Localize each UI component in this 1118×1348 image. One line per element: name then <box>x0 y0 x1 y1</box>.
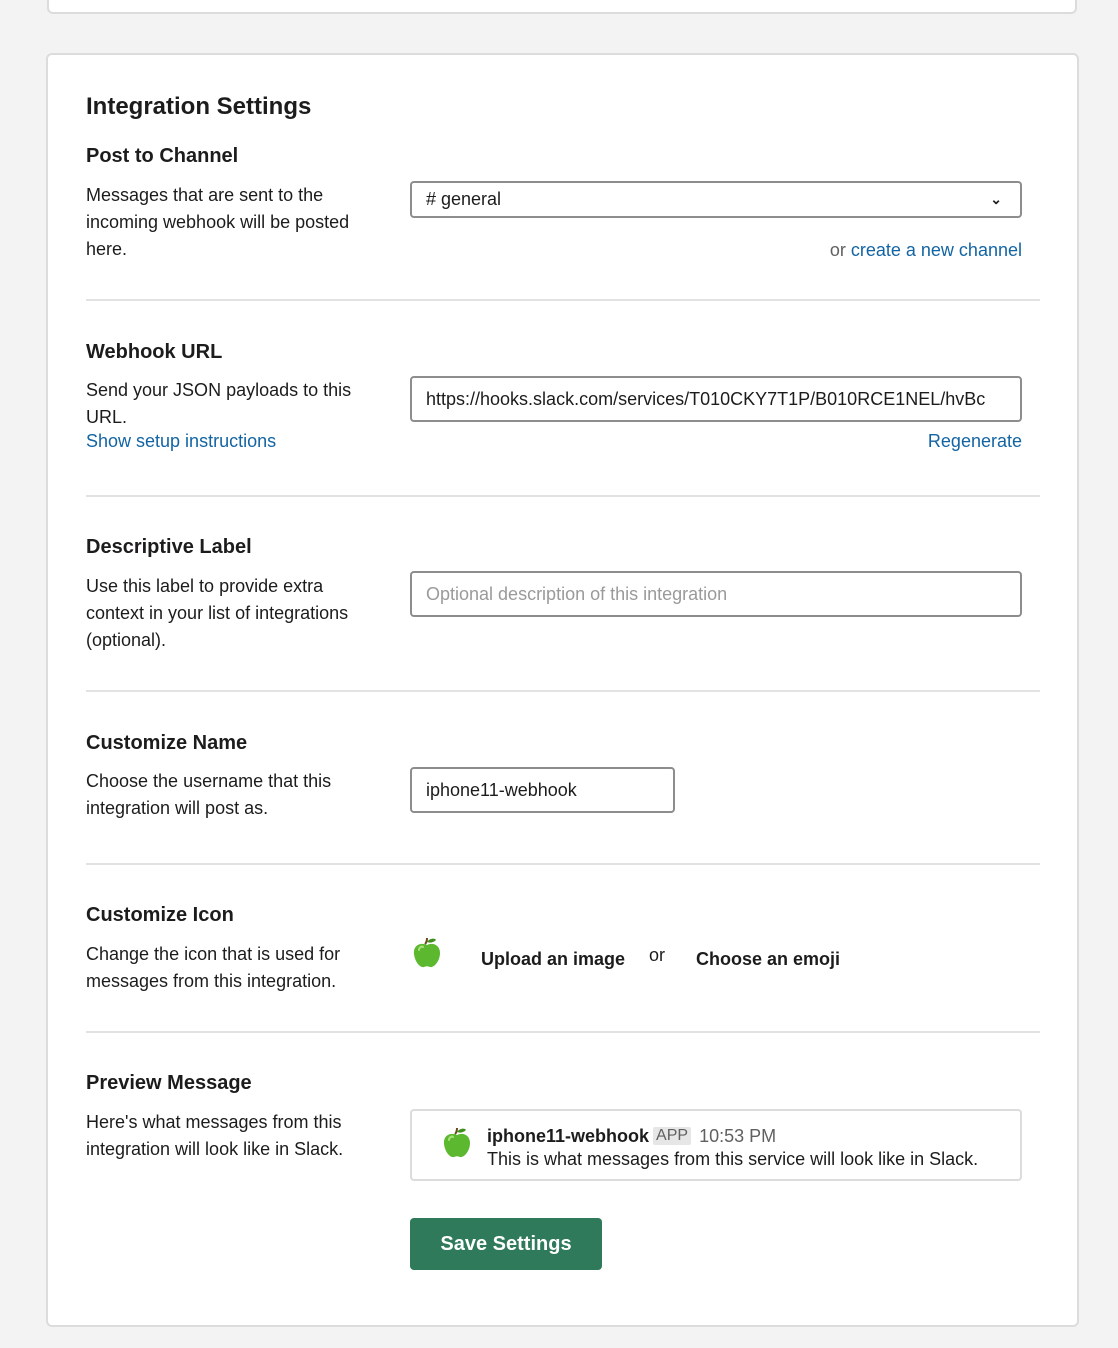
webhook-url-title: Webhook URL <box>86 341 223 363</box>
chevron-down-icon: ⌄ <box>990 191 1002 207</box>
divider <box>86 299 1040 301</box>
descriptive-label-placeholder: Optional description of this integration <box>426 583 728 604</box>
preview-header: iphone11-webhook APP 10:53 PM <box>487 1126 776 1147</box>
preview-message-description: Here's what messages from this integrati… <box>86 1112 344 1159</box>
webhook-url-field[interactable]: https://hooks.slack.com/services/T010CKY… <box>410 376 1022 422</box>
save-settings-button[interactable]: Save Settings <box>410 1218 602 1270</box>
preview-time: 10:53 PM <box>699 1126 777 1146</box>
create-channel-link[interactable]: create a new channel <box>851 240 1022 260</box>
divider <box>86 863 1040 865</box>
preview-text: This is what messages from this service … <box>487 1149 979 1169</box>
customize-name-title: Customize Name <box>86 732 248 754</box>
divider <box>86 495 1040 497</box>
or-text: or <box>829 240 846 260</box>
message-preview: iphone11-webhook APP 10:53 PM This is wha… <box>410 1109 1022 1181</box>
divider <box>86 1031 1040 1033</box>
webhook-url-description: Send your JSON payloads to this URL. <box>86 380 352 427</box>
descriptive-label-description: Use this label to provide extra context … <box>86 576 349 650</box>
green-apple-icon <box>413 937 440 968</box>
channel-select-value: # general <box>426 189 502 209</box>
preview-message-title: Preview Message <box>86 1072 252 1094</box>
integration-settings-card: Integration Settings Post to Channel Mes… <box>46 53 1079 1327</box>
username-value: iphone11-webhook <box>426 779 577 800</box>
customize-icon-title: Customize Icon <box>86 904 234 926</box>
create-channel-note: or create a new channel <box>648 240 1022 261</box>
page-title: Integration Settings <box>86 93 312 120</box>
webhook-url-value: https://hooks.slack.com/services/T010CKY… <box>426 388 986 409</box>
post-to-channel-title: Post to Channel <box>86 145 239 167</box>
icon-or-text: or <box>649 945 666 965</box>
regenerate-wrap: Regenerate <box>748 431 1022 452</box>
post-to-channel-description: Messages that are sent to the incoming w… <box>86 185 350 259</box>
setup-instructions-link[interactable]: Show setup instructions <box>86 431 276 451</box>
previous-card-bottom <box>47 0 1077 14</box>
descriptive-label-title: Descriptive Label <box>86 536 252 558</box>
customize-name-description: Choose the username that this integratio… <box>86 771 332 818</box>
channel-select[interactable]: # general ⌄ <box>410 181 1022 218</box>
customize-icon-description: Change the icon that is used for message… <box>86 944 341 991</box>
username-input[interactable]: iphone11-webhook <box>410 767 675 813</box>
divider <box>86 690 1040 692</box>
descriptive-label-input[interactable]: Optional description of this integration <box>410 571 1022 617</box>
app-badge: APP <box>653 1127 692 1145</box>
green-apple-icon <box>443 1127 470 1158</box>
regenerate-link[interactable]: Regenerate <box>928 431 1022 451</box>
setup-instructions-link-wrap: Show setup instructions <box>86 431 276 452</box>
upload-image-link[interactable]: Upload an image <box>481 949 625 970</box>
choose-emoji-link[interactable]: Choose an emoji <box>696 949 840 970</box>
preview-username: iphone11-webhook <box>487 1126 650 1146</box>
